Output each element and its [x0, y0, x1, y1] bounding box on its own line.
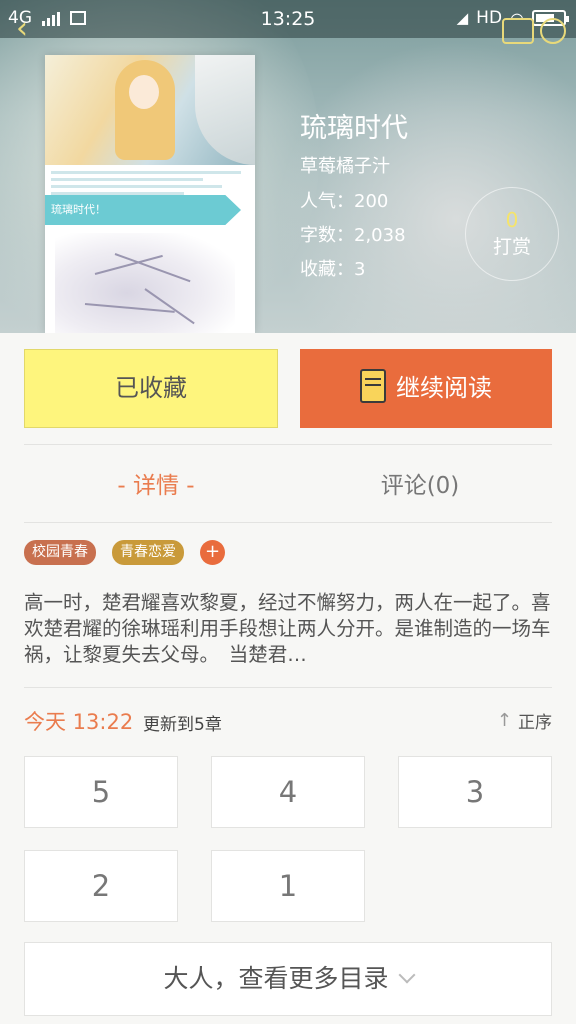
update-text: 更新到5章 — [143, 715, 222, 735]
tip-button[interactable]: 0 打赏 — [465, 187, 559, 281]
more-catalog-button[interactable]: 大人，查看更多目录 — [24, 942, 552, 1016]
book-header: 4G 13:25 ◢ HD ◠ ‹ 琉璃时代！ 琉璃时代 草莓橘子汁 人气：20… — [0, 0, 576, 333]
chevron-down-icon — [398, 966, 415, 984]
favorited-button[interactable]: 已收藏 — [24, 349, 278, 428]
divider — [24, 522, 552, 523]
download-icon[interactable] — [502, 18, 534, 44]
continue-reading-button[interactable]: 继续阅读 — [300, 349, 552, 428]
status-bar: 4G 13:25 ◢ HD ◠ — [0, 0, 576, 38]
sort-order-label: 正序 — [518, 713, 552, 733]
book-word-count: 字数：2,038 — [300, 225, 406, 246]
tip-label: 打赏 — [492, 236, 531, 258]
divider — [24, 687, 552, 688]
tab-comment[interactable]: 评论(0) — [288, 466, 552, 500]
sort-order-button[interactable]: ↑ 正序 — [497, 708, 552, 733]
tip-count: 0 — [505, 208, 519, 232]
book-cover[interactable]: 琉璃时代！ — [45, 55, 255, 333]
chapter-button[interactable]: 1 — [211, 850, 365, 922]
chapter-button[interactable]: 2 — [24, 850, 178, 922]
chapter-button[interactable]: 4 — [211, 756, 365, 828]
tag-campus-youth[interactable]: 校园青春 — [24, 540, 96, 565]
divider — [24, 444, 552, 445]
book-favorites: 收藏：3 — [300, 259, 366, 280]
hd-indicator: HD — [476, 8, 503, 28]
book-author[interactable]: 草莓橘子汁 — [300, 152, 390, 178]
more-catalog-label: 大人，查看更多目录 — [163, 964, 389, 993]
chapter-button[interactable]: 3 — [398, 756, 552, 828]
arrow-up-icon: ↑ — [496, 710, 512, 731]
tag-youth-romance[interactable]: 青春恋爱 — [112, 540, 184, 565]
share-icon[interactable] — [540, 18, 566, 44]
header-actions — [502, 18, 566, 44]
tab-detail[interactable]: - 详情 - — [24, 466, 288, 500]
cover-sketch — [55, 233, 235, 333]
cover-figure-face — [129, 75, 159, 109]
continue-reading-label: 继续阅读 — [396, 374, 492, 402]
favorited-label: 已收藏 — [115, 374, 187, 402]
book-synopsis[interactable]: 高一时，楚君耀喜欢黎夏，经过不懈努力，两人在一起了。喜欢楚君耀的徐琳瑶利用手段想… — [24, 590, 552, 668]
cover-ribbon: 琉璃时代！ — [45, 195, 241, 225]
add-tag-button[interactable]: + — [200, 540, 225, 565]
chapter-button[interactable]: 5 — [24, 756, 178, 828]
update-time: 今天 13:22 — [24, 710, 134, 734]
mute-icon: ◢ — [456, 9, 469, 27]
book-icon — [360, 369, 386, 403]
book-popularity: 人气：200 — [300, 191, 389, 212]
back-icon[interactable]: ‹ — [16, 14, 46, 44]
book-title: 琉璃时代 — [300, 113, 408, 144]
